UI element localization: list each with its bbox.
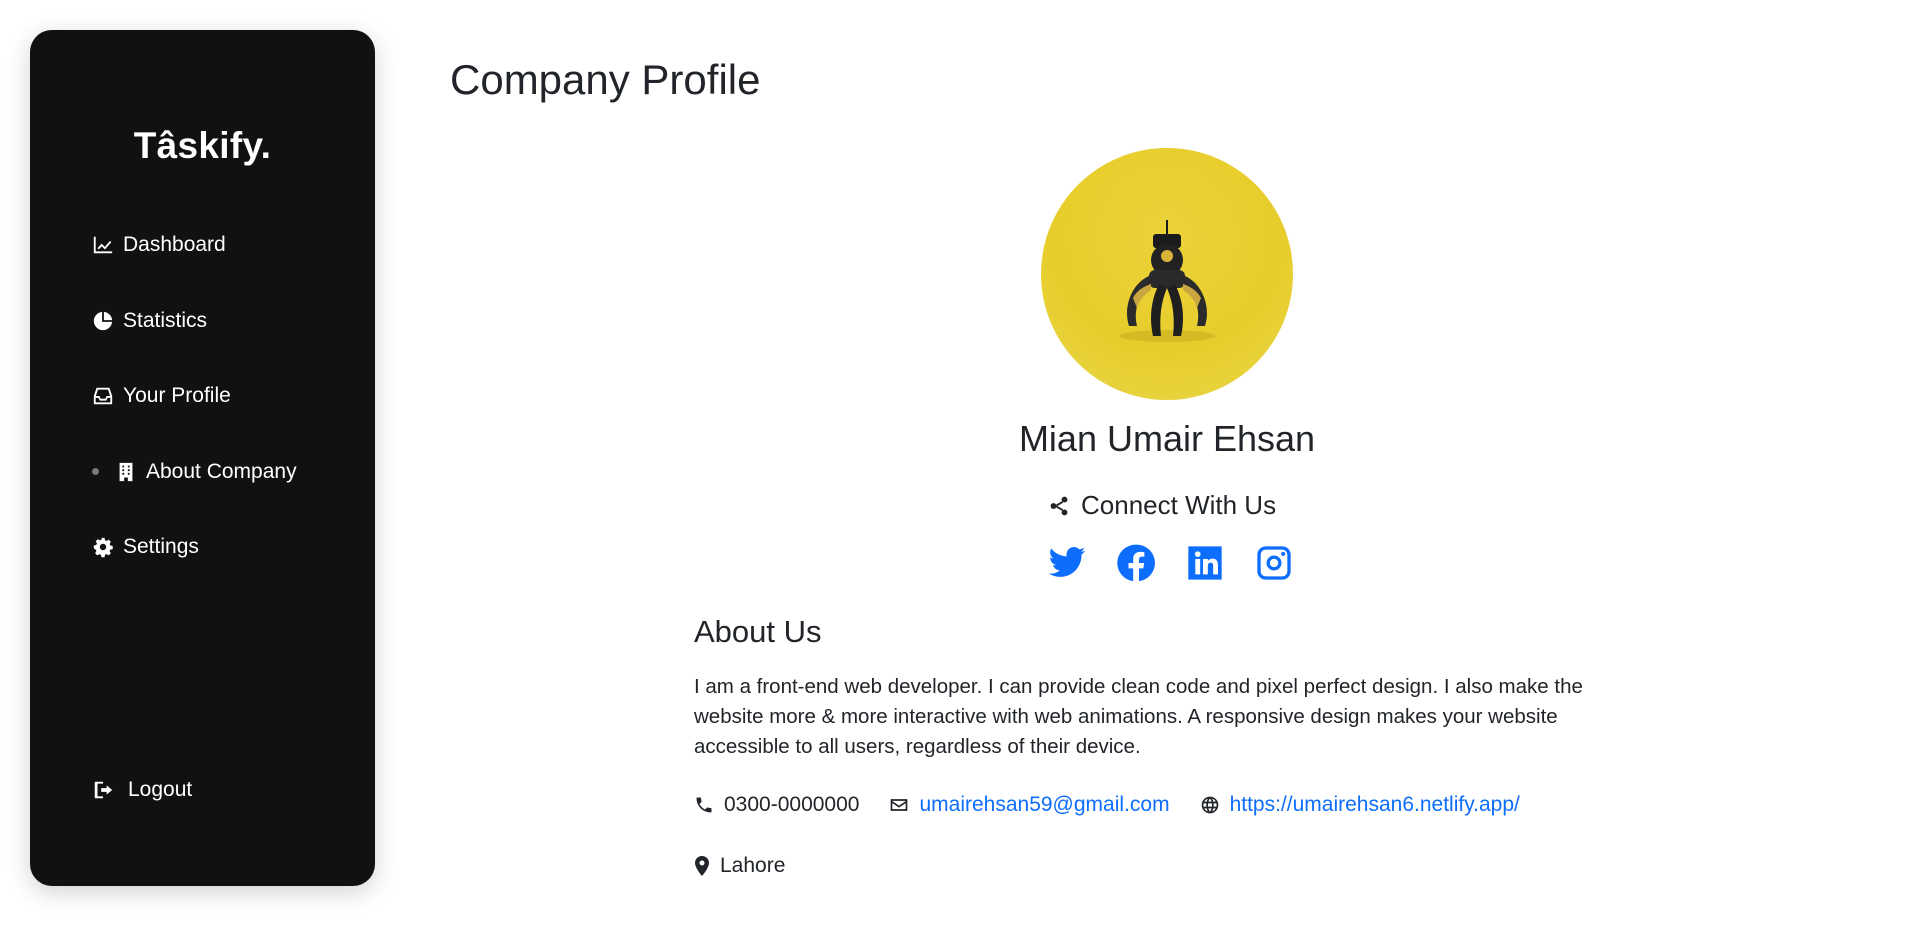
inbox-icon: [92, 385, 114, 407]
facebook-icon: [1117, 544, 1155, 582]
connect-label: Connect With Us: [1081, 490, 1277, 520]
gear-icon: [92, 536, 114, 558]
location-item: Lahore: [694, 854, 785, 878]
twitter-link[interactable]: [1046, 542, 1088, 584]
phone-item: 0300-0000000: [694, 793, 859, 817]
logout-label: Logout: [128, 778, 193, 801]
instagram-icon: [1257, 546, 1291, 580]
sidebar-nav: Dashboard Statistics Your Profile About …: [92, 226, 297, 604]
sidebar-item-label: About Company: [146, 459, 297, 483]
phone-text: 0300-0000000: [724, 793, 860, 816]
email-item: umairehsan59@gmail.com: [889, 793, 1170, 817]
sidebar-item-label: Your Profile: [123, 384, 231, 407]
sidebar-item-label: Settings: [123, 535, 199, 558]
map-pin-icon: [694, 856, 710, 876]
building-icon: [115, 461, 137, 483]
contact-info: 0300-0000000 umairehsan59@gmail.com http…: [694, 793, 1550, 817]
linkedin-icon: [1188, 546, 1222, 580]
globe-icon: [1200, 795, 1220, 815]
brand-logo[interactable]: Tâskify.: [30, 125, 375, 167]
connect-heading: Connect With Us: [1048, 490, 1276, 521]
phone-icon: [694, 795, 714, 815]
email-link[interactable]: umairehsan59@gmail.com: [919, 793, 1169, 817]
social-links: [1046, 542, 1322, 584]
sidebar-item-label: Dashboard: [123, 233, 226, 256]
pie-chart-icon: [92, 310, 114, 332]
active-indicator: [92, 468, 99, 475]
about-heading: About Us: [694, 614, 822, 649]
linkedin-link[interactable]: [1184, 542, 1226, 584]
sidebar-item-dashboard[interactable]: Dashboard: [92, 226, 297, 264]
location-text: Lahore: [720, 854, 786, 877]
chart-line-icon: [92, 234, 114, 256]
logout-button[interactable]: Logout: [92, 778, 192, 802]
about-description: I am a front-end web developer. I can pr…: [694, 675, 1583, 758]
sidebar-item-your-profile[interactable]: Your Profile: [92, 377, 297, 415]
sidebar-item-statistics[interactable]: Statistics: [92, 302, 297, 340]
page-title: Company Profile: [450, 56, 761, 103]
share-icon: [1048, 495, 1070, 517]
twitter-icon: [1048, 547, 1086, 577]
website-link[interactable]: https://umairehsan6.netlify.app/: [1230, 793, 1520, 817]
sign-out-icon: [92, 779, 114, 801]
sidebar-item-label: Statistics: [123, 308, 208, 332]
facebook-link[interactable]: [1115, 542, 1157, 584]
company-avatar: [1041, 148, 1293, 400]
sidebar-item-settings[interactable]: Settings: [92, 528, 297, 566]
envelope-icon: [889, 795, 909, 815]
instagram-link[interactable]: [1253, 542, 1295, 584]
website-item: https://umairehsan6.netlify.app/: [1200, 793, 1520, 817]
company-name: Mian Umair Ehsan: [1018, 418, 1316, 459]
